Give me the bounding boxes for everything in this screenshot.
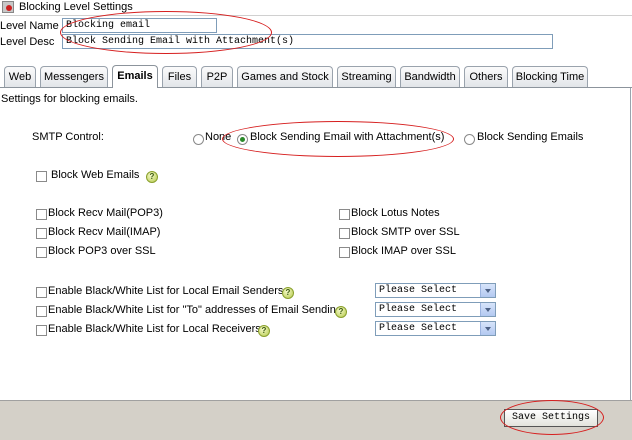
tab-messengers[interactable]: Messengers xyxy=(40,66,108,87)
list-to-addresses-checkbox[interactable] xyxy=(36,306,47,317)
block-imap-ssl-label: Block IMAP over SSL xyxy=(351,245,456,257)
tab-streaming[interactable]: Streaming xyxy=(337,66,396,87)
tab-p2p[interactable]: P2P xyxy=(201,66,233,87)
block-recv-imap-checkbox[interactable] xyxy=(36,228,47,239)
block-recv-pop3-label: Block Recv Mail(POP3) xyxy=(48,207,163,219)
list-local-receivers-select[interactable]: Please Select xyxy=(375,321,496,336)
panel-heading: Settings for blocking emails. xyxy=(1,93,138,105)
tab-blocking-time[interactable]: Blocking Time xyxy=(512,66,588,87)
tab-others[interactable]: Others xyxy=(464,66,508,87)
level-name-field[interactable]: Blocking email xyxy=(62,18,217,33)
block-imap-ssl-checkbox[interactable] xyxy=(339,247,350,258)
tab-emails[interactable]: Emails xyxy=(112,65,158,88)
block-web-emails-checkbox[interactable] xyxy=(36,171,47,182)
smtp-block-sending-label: Block Sending Emails xyxy=(477,131,584,143)
list-to-addresses-label: Enable Black/White List for "To" address… xyxy=(48,304,342,316)
block-lotus-notes-checkbox[interactable] xyxy=(339,209,350,220)
level-name-label: Level Name xyxy=(0,20,59,32)
smtp-none-radio[interactable] xyxy=(193,134,204,145)
save-settings-button[interactable]: Save Settings xyxy=(504,409,598,427)
help-icon[interactable]: ? xyxy=(258,325,270,337)
tab-strip: Web Messengers Emails Files P2P Games an… xyxy=(0,65,632,88)
title-divider xyxy=(0,15,632,16)
smtp-block-sending-radio[interactable] xyxy=(464,134,475,145)
list-local-senders-label: Enable Black/White List for Local Email … xyxy=(48,285,284,297)
list-local-senders-select[interactable]: Please Select xyxy=(375,283,496,298)
level-desc-label: Level Desc xyxy=(0,36,55,48)
smtp-block-attachment-radio[interactable] xyxy=(237,134,248,145)
chevron-down-icon[interactable] xyxy=(480,303,495,316)
window-title: Blocking Level Settings xyxy=(19,1,133,13)
app-warning-icon xyxy=(2,1,14,13)
level-desc-field[interactable]: Block Sending Email with Attachment(s) xyxy=(62,34,553,49)
title-bar: Blocking Level Settings xyxy=(0,0,632,15)
list-local-receivers-checkbox[interactable] xyxy=(36,325,47,336)
tab-files[interactable]: Files xyxy=(162,66,197,87)
smtp-control-label: SMTP Control: xyxy=(32,131,104,143)
smtp-none-label: None xyxy=(205,131,232,143)
chevron-down-icon[interactable] xyxy=(480,322,495,335)
smtp-block-attachment-label: Block Sending Email with Attachment(s) xyxy=(250,131,445,143)
select-value: Please Select xyxy=(379,304,458,315)
tab-web[interactable]: Web xyxy=(4,66,36,87)
block-recv-pop3-checkbox[interactable] xyxy=(36,209,47,220)
block-web-emails-label: Block Web Emails xyxy=(51,169,140,181)
chevron-down-icon[interactable] xyxy=(480,284,495,297)
block-smtp-ssl-checkbox[interactable] xyxy=(339,228,350,239)
help-icon[interactable]: ? xyxy=(282,287,294,299)
block-pop3-ssl-checkbox[interactable] xyxy=(36,247,47,258)
tab-bandwidth[interactable]: Bandwidth xyxy=(400,66,460,87)
block-pop3-ssl-label: Block POP3 over SSL xyxy=(48,245,156,257)
tab-games-and-stock[interactable]: Games and Stock xyxy=(237,66,333,87)
list-to-addresses-select[interactable]: Please Select xyxy=(375,302,496,317)
block-recv-imap-label: Block Recv Mail(IMAP) xyxy=(48,226,161,238)
block-smtp-ssl-label: Block SMTP over SSL xyxy=(351,226,460,238)
select-value: Please Select xyxy=(379,323,458,334)
help-icon[interactable]: ? xyxy=(146,171,158,183)
list-local-receivers-label: Enable Black/White List for Local Receiv… xyxy=(48,323,261,335)
block-lotus-notes-label: Block Lotus Notes xyxy=(351,207,440,219)
help-icon[interactable]: ? xyxy=(335,306,347,318)
list-local-senders-checkbox[interactable] xyxy=(36,287,47,298)
select-value: Please Select xyxy=(379,285,458,296)
